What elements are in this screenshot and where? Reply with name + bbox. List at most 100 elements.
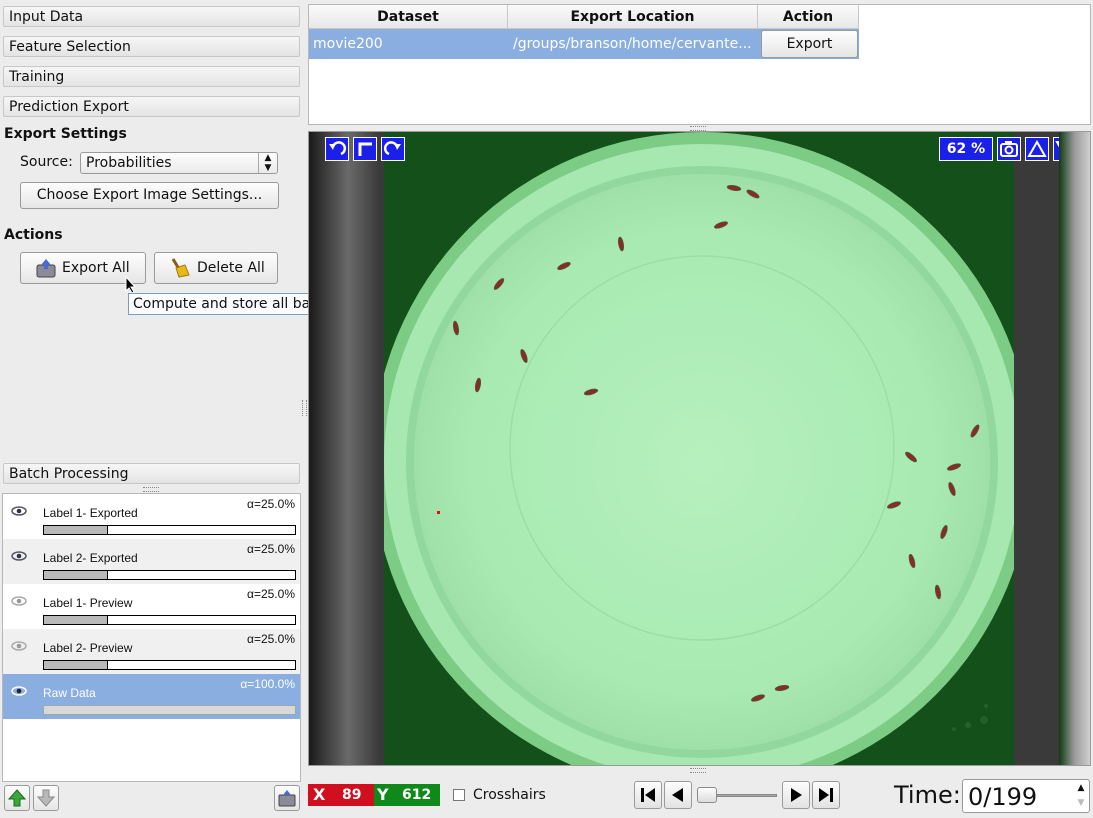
x-value: 89 <box>342 787 362 803</box>
eye-icon[interactable] <box>11 504 27 516</box>
layer-name: Label 2- Preview <box>43 641 133 655</box>
accordion-training[interactable]: Training <box>3 66 300 87</box>
arrow-down-icon <box>36 789 56 807</box>
time-value: 0/199 <box>968 783 1038 811</box>
spin-down-icon[interactable]: ▼ <box>1074 796 1088 811</box>
opacity-slider[interactable] <box>43 705 296 715</box>
layer-alpha: α=100.0% <box>240 677 295 691</box>
slice-up-button[interactable] <box>1025 137 1049 161</box>
delete-all-label: Delete All <box>197 260 265 276</box>
export-button[interactable]: Export <box>761 30 858 58</box>
accordion-batch-processing[interactable]: Batch Processing <box>3 463 300 484</box>
x-coordinate: X 89 <box>308 784 374 806</box>
corner-icon <box>358 142 372 156</box>
layer-alpha: α=25.0% <box>247 497 295 511</box>
opacity-fill <box>44 706 295 714</box>
crosshairs-checkbox[interactable] <box>453 789 465 801</box>
crosshairs-label: Crosshairs <box>473 787 546 803</box>
y-coordinate: Y 612 <box>374 784 440 806</box>
layer-item[interactable]: Label 1- Exported α=25.0% <box>3 494 300 539</box>
zoom-level[interactable]: 62 % <box>939 137 993 161</box>
delete-all-button[interactable]: Delete All <box>154 252 278 284</box>
time-spinbox[interactable]: 0/199 ▲ ▼ <box>962 779 1090 813</box>
export-icon <box>35 257 57 279</box>
previous-frame-button[interactable] <box>664 781 692 809</box>
spin-up-icon[interactable]: ▲ <box>1074 781 1088 796</box>
eye-icon[interactable] <box>11 549 27 561</box>
rotate-right-button[interactable] <box>381 137 405 161</box>
table-header-action[interactable]: Action <box>758 5 859 29</box>
dataset-cell: movie200 <box>313 36 383 52</box>
rotate-left-button[interactable] <box>325 137 349 161</box>
first-frame-button[interactable] <box>634 781 662 809</box>
x-label: X <box>313 785 326 804</box>
accordion-prediction-export[interactable]: Prediction Export <box>3 96 300 117</box>
layer-item[interactable]: Label 2- Preview α=25.0% <box>3 629 300 674</box>
arena-image <box>372 132 1032 765</box>
play-back-icon <box>672 788 683 802</box>
accordion-feature-selection[interactable]: Feature Selection <box>3 36 300 57</box>
source-select[interactable]: Probabilities ▲ ▼ <box>80 152 278 174</box>
layer-alpha: α=25.0% <box>247 587 295 601</box>
move-layer-down-button[interactable] <box>33 785 59 811</box>
source-select-value: Probabilities <box>86 155 172 171</box>
layer-name: Label 1- Exported <box>43 506 138 520</box>
accordion-input-data[interactable]: Input Data <box>3 6 300 27</box>
opacity-fill <box>44 526 108 534</box>
skip-to-start-icon <box>641 788 655 802</box>
export-layer-icon <box>278 790 296 807</box>
time-slider-handle[interactable] <box>697 787 717 803</box>
opacity-slider[interactable] <box>43 660 296 670</box>
opacity-fill <box>44 616 108 624</box>
opacity-slider[interactable] <box>43 615 296 625</box>
triangle-down-icon <box>1055 141 1075 159</box>
broom-icon <box>169 257 191 279</box>
move-layer-up-button[interactable] <box>4 785 30 811</box>
layer-alpha: α=25.0% <box>247 542 295 556</box>
play-icon <box>791 788 802 802</box>
eye-hidden-icon[interactable] <box>11 594 27 606</box>
layer-item-selected[interactable]: Raw Data α=100.0% <box>3 674 300 719</box>
table-row[interactable]: movie200 /groups/branson/home/cervante..… <box>309 29 859 59</box>
time-label: Time: <box>894 781 961 809</box>
image-viewer[interactable]: 62 % <box>308 131 1091 766</box>
actions-title: Actions <box>4 227 63 243</box>
arrow-up-icon <box>7 789 27 807</box>
layer-name: Label 2- Exported <box>43 551 138 565</box>
layer-name: Raw Data <box>43 686 96 700</box>
eye-icon[interactable] <box>11 684 27 696</box>
layer-name: Label 1- Preview <box>43 596 133 610</box>
export-settings-title: Export Settings <box>4 126 127 142</box>
opacity-slider[interactable] <box>43 525 296 535</box>
layer-list: Label 1- Exported α=25.0% Label 2- Expor… <box>2 493 301 782</box>
swap-axes-button[interactable] <box>353 137 377 161</box>
layer-alpha: α=25.0% <box>247 632 295 646</box>
eye-hidden-icon[interactable] <box>11 639 27 651</box>
opacity-fill <box>44 571 108 579</box>
splitter-handle[interactable] <box>690 768 706 773</box>
last-frame-button[interactable] <box>812 781 840 809</box>
screenshot-button[interactable] <box>997 137 1021 161</box>
table-header-export-location[interactable]: Export Location <box>508 5 758 29</box>
next-frame-button[interactable] <box>782 781 810 809</box>
layer-item[interactable]: Label 2- Exported α=25.0% <box>3 539 300 584</box>
dataset-table: Dataset Export Location Action movie200 … <box>308 4 1091 125</box>
slice-down-button[interactable] <box>1053 137 1077 161</box>
vertical-splitter-handle[interactable] <box>302 400 307 416</box>
camera-icon <box>1000 141 1018 157</box>
opacity-slider[interactable] <box>43 570 296 580</box>
skip-to-end-icon <box>819 788 833 802</box>
source-label: Source: <box>20 154 73 170</box>
choose-export-image-settings-button[interactable]: Choose Export Image Settings... <box>20 182 279 209</box>
table-header-dataset[interactable]: Dataset <box>309 5 508 29</box>
export-all-label: Export All <box>62 260 130 276</box>
layer-item[interactable]: Label 1- Preview α=25.0% <box>3 584 300 629</box>
triangle-up-icon <box>1027 139 1047 157</box>
chevron-updown-icon: ▲ ▼ <box>258 153 277 173</box>
layer-options-button[interactable] <box>274 785 300 811</box>
rotate-left-icon <box>329 141 347 156</box>
image-canvas[interactable] <box>372 132 1032 765</box>
opacity-fill <box>44 661 108 669</box>
splitter-handle[interactable] <box>143 487 159 492</box>
y-label: Y <box>377 785 389 804</box>
